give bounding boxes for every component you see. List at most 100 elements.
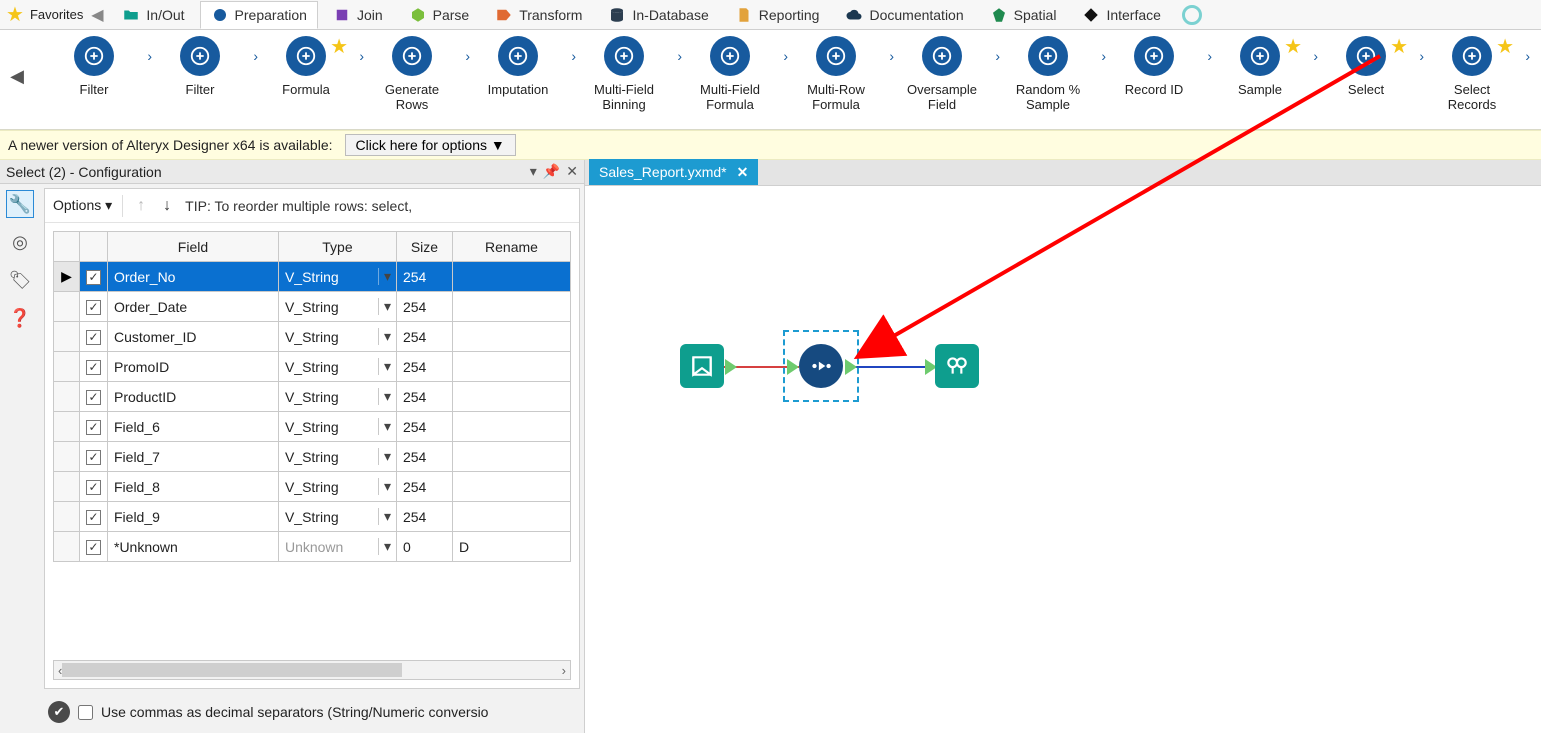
cell-field[interactable]: Customer_ID bbox=[108, 322, 279, 352]
row-header[interactable] bbox=[54, 442, 80, 472]
cell-field[interactable]: Field_6 bbox=[108, 412, 279, 442]
wrench-icon[interactable]: 🔧 bbox=[6, 190, 34, 218]
tool-chevron-icon[interactable]: › bbox=[253, 48, 258, 64]
table-row[interactable]: ✓Customer_IDV_String▾254 bbox=[54, 322, 571, 352]
tool-chevron-icon[interactable]: › bbox=[1419, 48, 1424, 64]
tool-chevron-icon[interactable]: › bbox=[889, 48, 894, 64]
target-icon[interactable]: ◎ bbox=[6, 228, 34, 256]
cell-type[interactable]: V_String▾ bbox=[278, 322, 396, 352]
type-dropdown-icon[interactable]: ▾ bbox=[378, 298, 396, 315]
row-header[interactable]: ▶ bbox=[54, 262, 80, 292]
palette-scroll-left-icon[interactable]: ◀ bbox=[10, 36, 24, 116]
type-dropdown-icon[interactable]: ▾ bbox=[378, 508, 396, 525]
row-header[interactable] bbox=[54, 292, 80, 322]
type-dropdown-icon[interactable]: ▾ bbox=[378, 448, 396, 465]
cell-rename[interactable] bbox=[452, 442, 570, 472]
category-tab[interactable]: Transform bbox=[484, 1, 593, 29]
type-dropdown-icon[interactable]: ▾ bbox=[378, 388, 396, 405]
cell-field[interactable]: Order_No bbox=[108, 262, 279, 292]
category-tab[interactable]: Preparation bbox=[200, 1, 318, 29]
field-checkbox[interactable]: ✓ bbox=[86, 540, 101, 555]
field-checkbox[interactable]: ✓ bbox=[86, 420, 101, 435]
cell-type[interactable]: V_String▾ bbox=[278, 412, 396, 442]
row-header[interactable] bbox=[54, 352, 80, 382]
cell-type[interactable]: V_String▾ bbox=[278, 502, 396, 532]
input-data-node[interactable] bbox=[680, 344, 724, 388]
tool-item[interactable]: ★›Select bbox=[1322, 36, 1410, 112]
field-checkbox[interactable]: ✓ bbox=[86, 300, 101, 315]
cell-type[interactable]: V_String▾ bbox=[278, 292, 396, 322]
cell-field[interactable]: *Unknown bbox=[108, 532, 279, 562]
field-checkbox[interactable]: ✓ bbox=[86, 270, 101, 285]
options-menu[interactable]: Options ▾ bbox=[53, 197, 112, 214]
row-header[interactable] bbox=[54, 322, 80, 352]
cell-size[interactable]: 254 bbox=[396, 292, 452, 322]
tool-chevron-icon[interactable]: › bbox=[571, 48, 576, 64]
select-tool-node[interactable] bbox=[799, 344, 843, 388]
cell-rename[interactable] bbox=[452, 502, 570, 532]
tool-item[interactable]: ›OversampleField bbox=[898, 36, 986, 112]
tool-chevron-icon[interactable]: › bbox=[465, 48, 470, 64]
tool-item[interactable]: ★›Sample bbox=[1216, 36, 1304, 112]
cell-size[interactable]: 254 bbox=[396, 352, 452, 382]
cell-field[interactable]: ProductID bbox=[108, 382, 279, 412]
tool-item[interactable]: ›Filter bbox=[50, 36, 138, 112]
cell-rename[interactable] bbox=[452, 382, 570, 412]
row-header[interactable] bbox=[54, 382, 80, 412]
tool-item[interactable]: ›Multi-FieldBinning bbox=[580, 36, 668, 112]
cell-type[interactable]: V_String▾ bbox=[278, 262, 396, 292]
table-row[interactable]: ✓Field_6V_String▾254 bbox=[54, 412, 571, 442]
help-icon[interactable]: ❓ bbox=[6, 304, 34, 332]
tool-item[interactable]: ★›SelectRecords bbox=[1428, 36, 1516, 112]
table-row[interactable]: ✓Field_7V_String▾254 bbox=[54, 442, 571, 472]
category-tab[interactable]: In/Out bbox=[111, 1, 195, 29]
tool-chevron-icon[interactable]: › bbox=[1313, 48, 1318, 64]
cell-field[interactable]: Field_7 bbox=[108, 442, 279, 472]
type-dropdown-icon[interactable]: ▾ bbox=[378, 418, 396, 435]
category-tab[interactable]: Join bbox=[322, 1, 394, 29]
category-tab[interactable]: Interface bbox=[1071, 1, 1171, 29]
table-row[interactable]: ✓ProductIDV_String▾254 bbox=[54, 382, 571, 412]
type-dropdown-icon[interactable]: ▾ bbox=[378, 328, 396, 345]
tool-item[interactable]: ›Multi-RowFormula bbox=[792, 36, 880, 112]
cell-type[interactable]: V_String▾ bbox=[278, 442, 396, 472]
cell-rename[interactable] bbox=[452, 292, 570, 322]
table-row[interactable]: ✓*UnknownUnknown▾0D bbox=[54, 532, 571, 562]
cell-field[interactable]: Field_8 bbox=[108, 472, 279, 502]
fields-grid[interactable]: Field Type Size Rename ▶✓Order_NoV_Strin… bbox=[53, 231, 571, 562]
cell-rename[interactable]: D bbox=[452, 532, 570, 562]
category-scroll-left-icon[interactable]: ◀ bbox=[87, 3, 107, 27]
table-row[interactable]: ✓Order_DateV_String▾254 bbox=[54, 292, 571, 322]
cell-size[interactable]: 254 bbox=[396, 382, 452, 412]
decimal-separator-checkbox[interactable] bbox=[78, 705, 93, 720]
tool-chevron-icon[interactable]: › bbox=[677, 48, 682, 64]
table-row[interactable]: ✓Field_9V_String▾254 bbox=[54, 502, 571, 532]
table-row[interactable]: ▶✓Order_NoV_String▾254 bbox=[54, 262, 571, 292]
row-header[interactable] bbox=[54, 502, 80, 532]
type-dropdown-icon[interactable]: ▾ bbox=[378, 268, 396, 285]
category-tab[interactable]: Reporting bbox=[724, 1, 831, 29]
update-options-button[interactable]: Click here for options ▼ bbox=[345, 134, 516, 156]
category-tab[interactable]: Spatial bbox=[979, 1, 1068, 29]
close-document-icon[interactable]: ✕ bbox=[737, 164, 749, 181]
document-tab[interactable]: Sales_Report.yxmd* ✕ bbox=[589, 159, 758, 185]
tool-item[interactable]: ›Record ID bbox=[1110, 36, 1198, 112]
cell-rename[interactable] bbox=[452, 262, 570, 292]
workflow-canvas[interactable] bbox=[585, 186, 1541, 733]
cell-field[interactable]: PromoID bbox=[108, 352, 279, 382]
tool-item[interactable]: ›Imputation bbox=[474, 36, 562, 112]
tool-chevron-icon[interactable]: › bbox=[1207, 48, 1212, 64]
field-checkbox[interactable]: ✓ bbox=[86, 360, 101, 375]
cell-field[interactable]: Field_9 bbox=[108, 502, 279, 532]
output-anchor-icon[interactable] bbox=[725, 359, 737, 375]
cell-rename[interactable] bbox=[452, 352, 570, 382]
tool-chevron-icon[interactable]: › bbox=[995, 48, 1000, 64]
col-type[interactable]: Type bbox=[278, 232, 396, 262]
table-row[interactable]: ✓Field_8V_String▾254 bbox=[54, 472, 571, 502]
row-header[interactable] bbox=[54, 472, 80, 502]
tool-item[interactable]: ›Random %Sample bbox=[1004, 36, 1092, 112]
field-checkbox[interactable]: ✓ bbox=[86, 330, 101, 345]
favorites-label[interactable]: Favorites bbox=[30, 7, 83, 22]
type-dropdown-icon[interactable]: ▾ bbox=[378, 478, 396, 495]
close-icon[interactable]: ✕ bbox=[566, 163, 578, 180]
